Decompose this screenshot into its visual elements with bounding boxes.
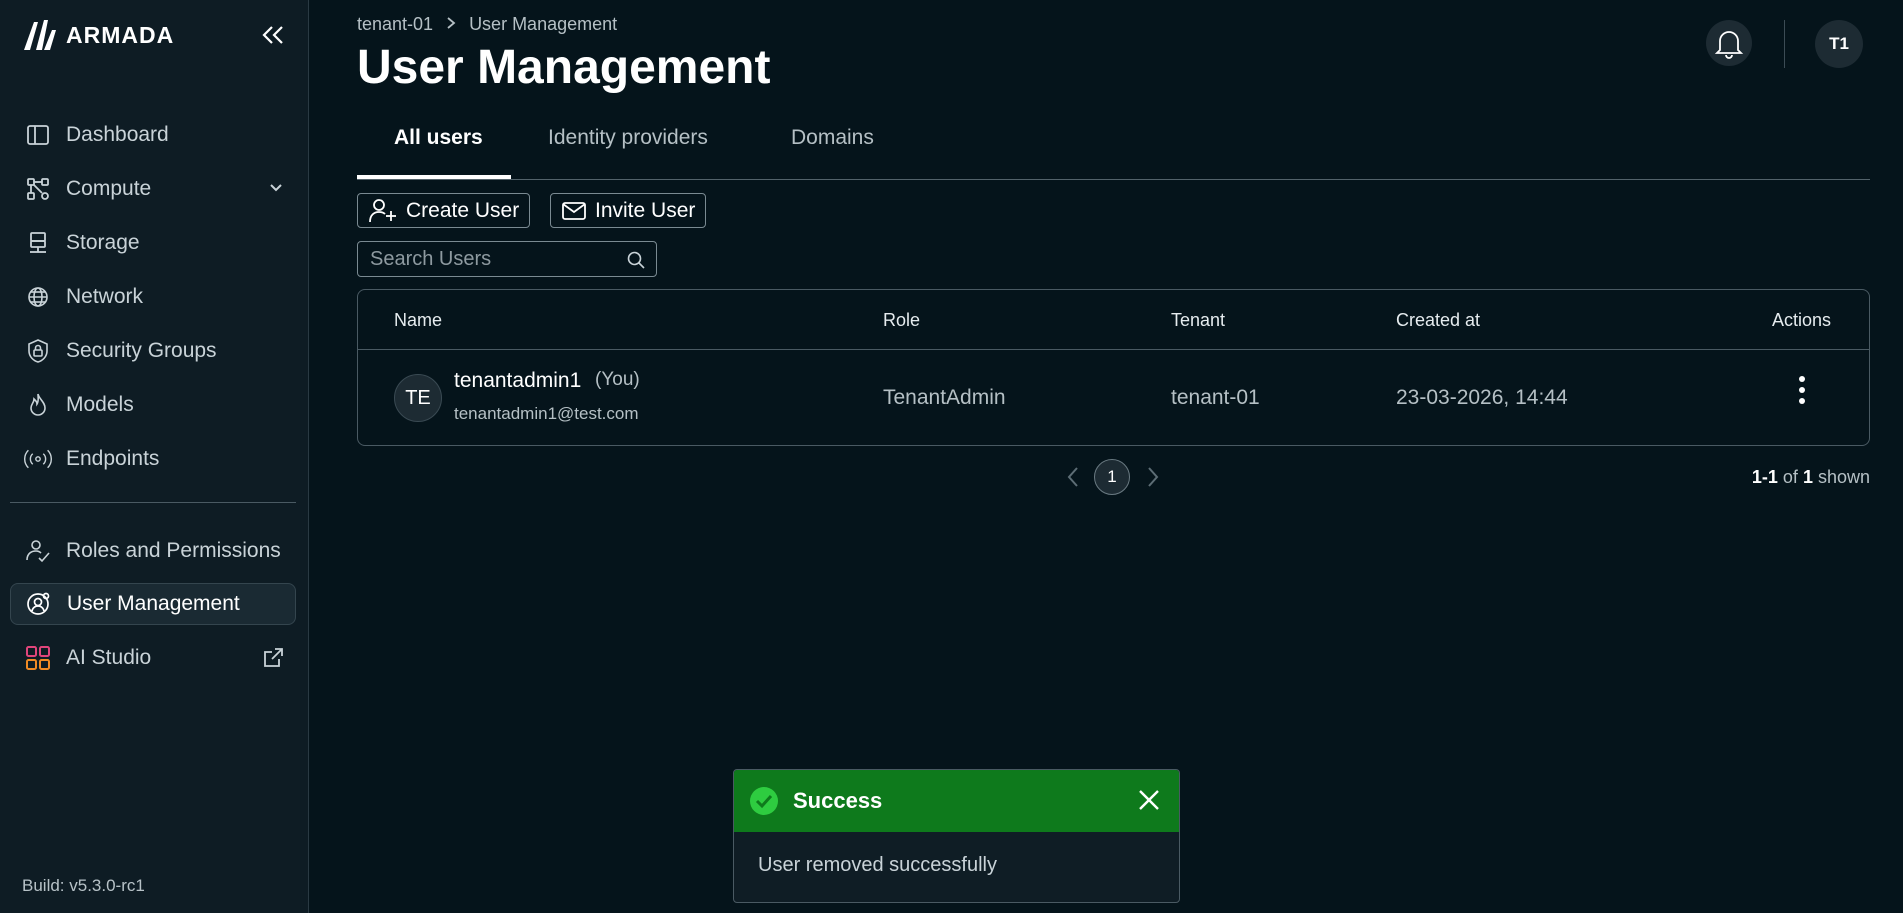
globe-icon (24, 283, 52, 311)
results-shown: shown (1817, 467, 1870, 487)
users-check-icon (24, 537, 52, 565)
table-row[interactable]: TE tenantadmin1 (You) tenantadmin1@test.… (358, 350, 1869, 446)
users-table: Name Role Tenant Created at Actions TE t… (357, 289, 1870, 446)
chevron-right-icon (445, 14, 457, 35)
chevron-left-icon (1067, 467, 1078, 487)
results-of: of (1782, 467, 1798, 487)
toast-title: Success (793, 788, 883, 813)
sidebar-item-label: Compute (66, 177, 152, 200)
sidebar-item-ai-studio[interactable]: AI Studio (10, 637, 296, 679)
chevron-right-icon (1148, 467, 1159, 487)
storage-icon (24, 229, 52, 257)
external-link-icon[interactable] (262, 647, 284, 675)
close-icon (1139, 790, 1159, 810)
app-name: ARMADA (66, 21, 175, 48)
previous-page-button[interactable] (1066, 466, 1080, 493)
column-header-role: Role (883, 310, 921, 330)
breadcrumb: tenant-01 User Management (357, 14, 617, 35)
chevron-down-icon[interactable] (268, 178, 284, 202)
create-user-label: Create User (406, 198, 520, 222)
sidebar-item-storage[interactable]: Storage (10, 222, 296, 264)
user-gear-icon (25, 590, 53, 618)
sidebar-item-label: Dashboard (66, 123, 169, 146)
breadcrumb-tenant[interactable]: tenant-01 (357, 14, 433, 35)
results-range: 1-1 (1751, 467, 1778, 487)
armada-logo[interactable]: ARMADA (22, 18, 174, 52)
sidebar-item-label: User Management (67, 592, 240, 615)
next-page-button[interactable] (1146, 466, 1160, 493)
user-avatar[interactable]: T1 (1815, 20, 1863, 68)
search-box (357, 241, 657, 277)
sidebar-item-label: Endpoints (66, 447, 160, 470)
grid-colorful-icon (24, 644, 52, 672)
sidebar-item-roles-and-permissions[interactable]: Roles and Permissions (10, 530, 296, 572)
toast-header: Success (734, 770, 1179, 832)
sidebar-item-label: Network (66, 285, 144, 308)
column-header-actions: Actions (1772, 310, 1832, 330)
bell-icon (1714, 31, 1744, 59)
sidebar-item-label: Storage (66, 231, 140, 254)
envelope-icon (562, 201, 586, 220)
success-toast: Success User removed successfully (733, 769, 1180, 903)
tab-identity-providers[interactable]: Identity providers (548, 126, 708, 170)
sidebar-item-label: Roles and Permissions (66, 539, 281, 562)
active-tab-indicator (357, 175, 511, 179)
search-icon[interactable] (626, 250, 646, 275)
sidebar-divider (10, 502, 296, 503)
header-divider (1784, 20, 1785, 68)
results-total: 1 (1802, 467, 1813, 487)
tab-domains[interactable]: Domains (791, 126, 874, 170)
flame-icon (24, 391, 52, 419)
user-plus-icon (369, 198, 396, 222)
sidebar-item-dashboard[interactable]: Dashboard (10, 114, 296, 156)
user-created-at: 23-03-2026, 14:44 (1396, 386, 1568, 409)
invite-user-button[interactable]: Invite User (550, 193, 707, 228)
broadcast-icon (24, 445, 52, 473)
sidebar-item-label: Security Groups (66, 339, 217, 362)
user-role: TenantAdmin (883, 386, 1006, 409)
notifications-button[interactable] (1706, 20, 1752, 66)
sidebar-item-security-groups[interactable]: Security Groups (10, 330, 296, 372)
tabs: All users Identity providers Domains (357, 118, 1870, 180)
shield-lock-icon (24, 337, 52, 365)
page-title: User Management (357, 41, 771, 94)
armada-logo-icon (24, 20, 56, 50)
column-header-name: Name (394, 310, 443, 330)
dashboard-icon (24, 121, 52, 149)
breadcrumb-current: User Management (469, 14, 618, 34)
page-number-button[interactable]: 1 (1094, 459, 1130, 495)
build-version: Build: v5.3.0-rc1 (22, 876, 145, 895)
chevrons-left-icon (262, 26, 283, 44)
create-user-button[interactable]: Create User (357, 193, 531, 228)
sidebar-item-user-management[interactable]: User Management (10, 583, 296, 625)
row-avatar: TE (394, 374, 442, 422)
sidebar-item-label: Models (66, 393, 134, 416)
kebab-dot (1799, 376, 1805, 382)
invite-user-label: Invite User (595, 198, 696, 222)
check-circle-icon (750, 787, 778, 815)
user-email: tenantadmin1@test.com (454, 404, 639, 423)
toast-message: User removed successfully (758, 854, 997, 876)
row-actions-menu-button[interactable] (1787, 372, 1817, 408)
sidebar-item-compute[interactable]: Compute (10, 168, 296, 210)
kebab-dot (1799, 387, 1805, 393)
column-header-created-at: Created at (1396, 310, 1481, 330)
user-tenant: tenant-01 (1171, 386, 1260, 409)
close-toast-button[interactable] (1137, 788, 1161, 817)
sidebar: ARMADA Dashboard Compute Storage Network (0, 0, 309, 913)
user-name: tenantadmin1 (454, 369, 582, 392)
collapse-sidebar-button[interactable] (258, 20, 288, 50)
sidebar-item-endpoints[interactable]: Endpoints (10, 438, 296, 480)
sidebar-item-label: AI Studio (66, 646, 152, 669)
you-label: (You) (595, 369, 640, 390)
results-count: 1-1 of 1 shown (1752, 467, 1870, 488)
column-header-tenant: Tenant (1171, 310, 1226, 330)
kebab-dot (1799, 398, 1805, 404)
sidebar-item-network[interactable]: Network (10, 276, 296, 318)
sidebar-item-models[interactable]: Models (10, 384, 296, 426)
tab-all-users[interactable]: All users (394, 126, 483, 170)
compute-icon (24, 175, 52, 203)
table-header: Name Role Tenant Created at Actions (358, 290, 1869, 350)
search-input[interactable] (370, 247, 620, 271)
